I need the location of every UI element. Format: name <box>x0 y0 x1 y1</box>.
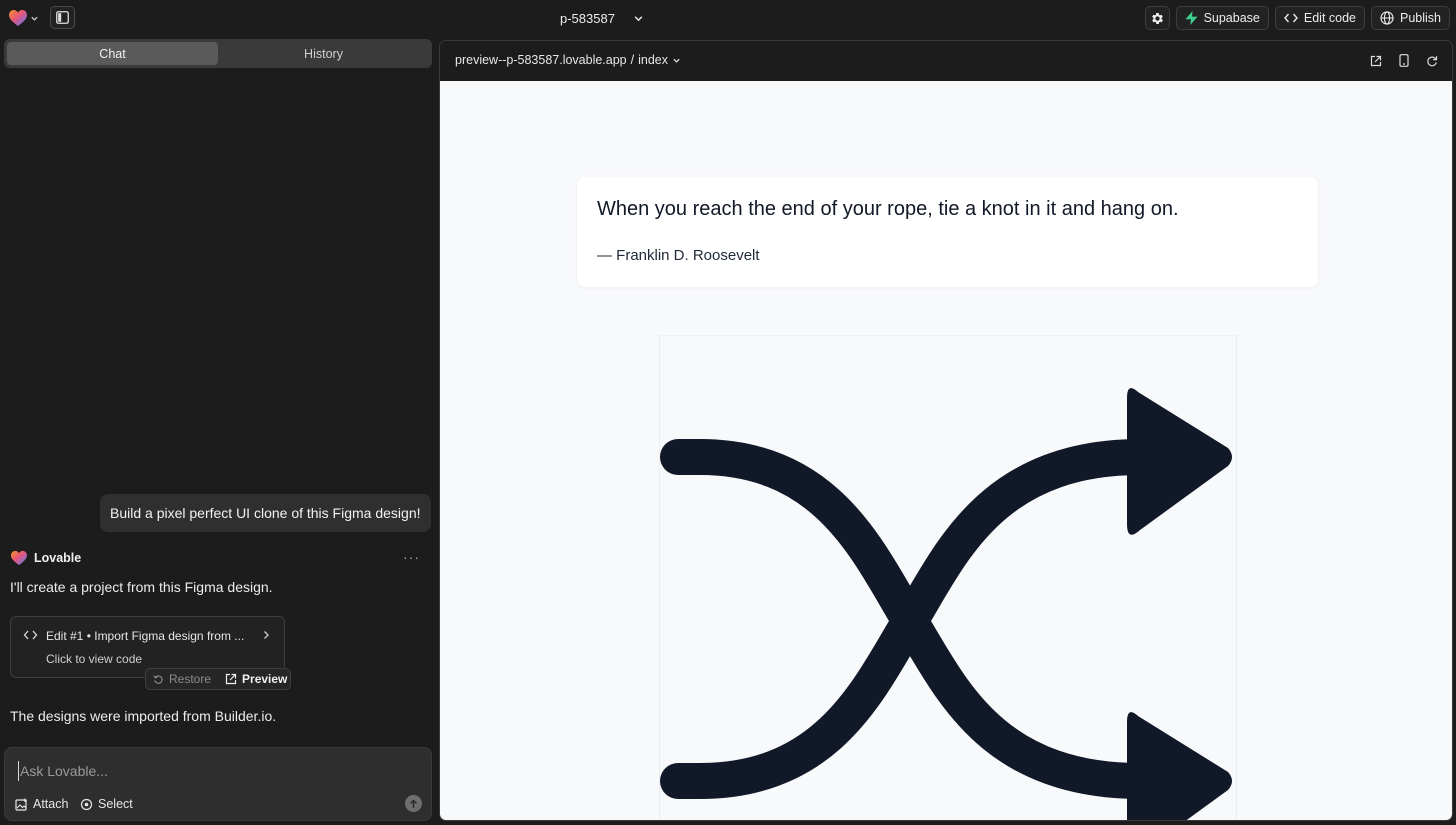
shuffle-icon <box>660 336 1236 820</box>
mobile-device-icon[interactable] <box>1399 54 1409 67</box>
chevron-down-icon <box>633 13 644 24</box>
preview-address-bar: preview--p-583587.lovable.app / index <box>440 41 1452 81</box>
preview-url: preview--p-583587.lovable.app <box>455 53 627 67</box>
gear-icon <box>1150 11 1165 26</box>
user-message: Build a pixel perfect UI clone of this F… <box>100 494 431 532</box>
target-select-icon <box>80 798 93 811</box>
lovable-heart-logo-icon <box>8 9 28 27</box>
route-separator: / <box>630 53 635 67</box>
chat-history-tabs: Chat History <box>4 39 432 68</box>
sidebar-panel-icon <box>56 11 69 24</box>
supabase-button[interactable]: Supabase <box>1175 6 1269 30</box>
chevron-down-icon <box>30 14 39 23</box>
quote-text: When you reach the end of your rope, tie… <box>597 198 1179 220</box>
assistant-header: Lovable ··· <box>10 549 424 567</box>
version-actions: Restore Preview <box>145 668 291 690</box>
edit-code-button[interactable]: Edit code <box>1274 6 1365 30</box>
preview-label: Preview <box>242 672 288 686</box>
send-button[interactable] <box>405 795 422 812</box>
code-brackets-icon <box>23 629 38 641</box>
top-bar: p-583587 Supabase Edit code Publish <box>0 0 1456 36</box>
tab-chat[interactable]: Chat <box>7 42 218 65</box>
attach-button[interactable]: Attach <box>15 796 68 812</box>
globe-icon <box>1380 11 1394 25</box>
arrow-up-icon <box>409 799 418 809</box>
restore-label: Restore <box>169 672 212 686</box>
preview-tools <box>1370 54 1438 67</box>
lovable-heart-logo-icon <box>10 550 28 566</box>
shuffle-image <box>659 335 1237 820</box>
open-in-new-tab-icon[interactable] <box>1370 55 1382 67</box>
image-attach-icon <box>15 798 28 811</box>
select-button[interactable]: Select <box>80 796 133 812</box>
project-name: p-583587 <box>560 10 615 26</box>
preview-viewport: When you reach the end of your rope, tie… <box>440 81 1452 820</box>
lovable-logo-menu[interactable] <box>8 7 39 29</box>
more-options-icon[interactable]: ··· <box>403 549 420 565</box>
attach-label: Attach <box>33 797 69 811</box>
chat-composer: Attach Select <box>4 747 432 821</box>
tab-history[interactable]: History <box>218 42 429 65</box>
project-name-dropdown[interactable]: p-583587 <box>560 9 644 27</box>
sidebar-toggle-button[interactable] <box>50 6 75 29</box>
assistant-message: I'll create a project from this Figma de… <box>10 579 273 595</box>
publish-label: Publish <box>1400 11 1441 25</box>
open-external-icon <box>225 673 237 685</box>
preview-panel: preview--p-583587.lovable.app / index Wh… <box>439 40 1453 821</box>
publish-button[interactable]: Publish <box>1371 6 1450 30</box>
chat-input[interactable] <box>18 761 398 781</box>
quote-author: — Franklin D. Roosevelt <box>597 247 760 264</box>
select-label: Select <box>98 797 133 811</box>
restore-button[interactable]: Restore <box>146 669 218 689</box>
restore-icon <box>153 674 164 685</box>
route-selector[interactable]: preview--p-583587.lovable.app / index <box>455 53 681 67</box>
top-actions: Supabase Edit code Publish <box>1144 6 1450 30</box>
supabase-bolt-icon <box>1185 11 1198 25</box>
edit-card-title: Edit #1 • Import Figma design from ... <box>46 629 245 643</box>
refresh-icon[interactable] <box>1426 55 1438 67</box>
settings-button[interactable] <box>1144 6 1170 30</box>
preview-route: index <box>638 53 669 67</box>
preview-button[interactable]: Preview <box>218 669 294 689</box>
assistant-message: The designs were imported from Builder.i… <box>10 708 277 724</box>
code-brackets-icon <box>1283 12 1298 24</box>
edit-code-label: Edit code <box>1303 11 1356 25</box>
edit-card-subtitle: Click to view code <box>46 652 143 666</box>
chevron-right-icon <box>262 630 270 640</box>
assistant-name: Lovable <box>34 551 82 565</box>
supabase-label: Supabase <box>1203 11 1260 25</box>
chevron-down-icon <box>672 56 681 65</box>
quote-card: When you reach the end of your rope, tie… <box>577 177 1318 287</box>
